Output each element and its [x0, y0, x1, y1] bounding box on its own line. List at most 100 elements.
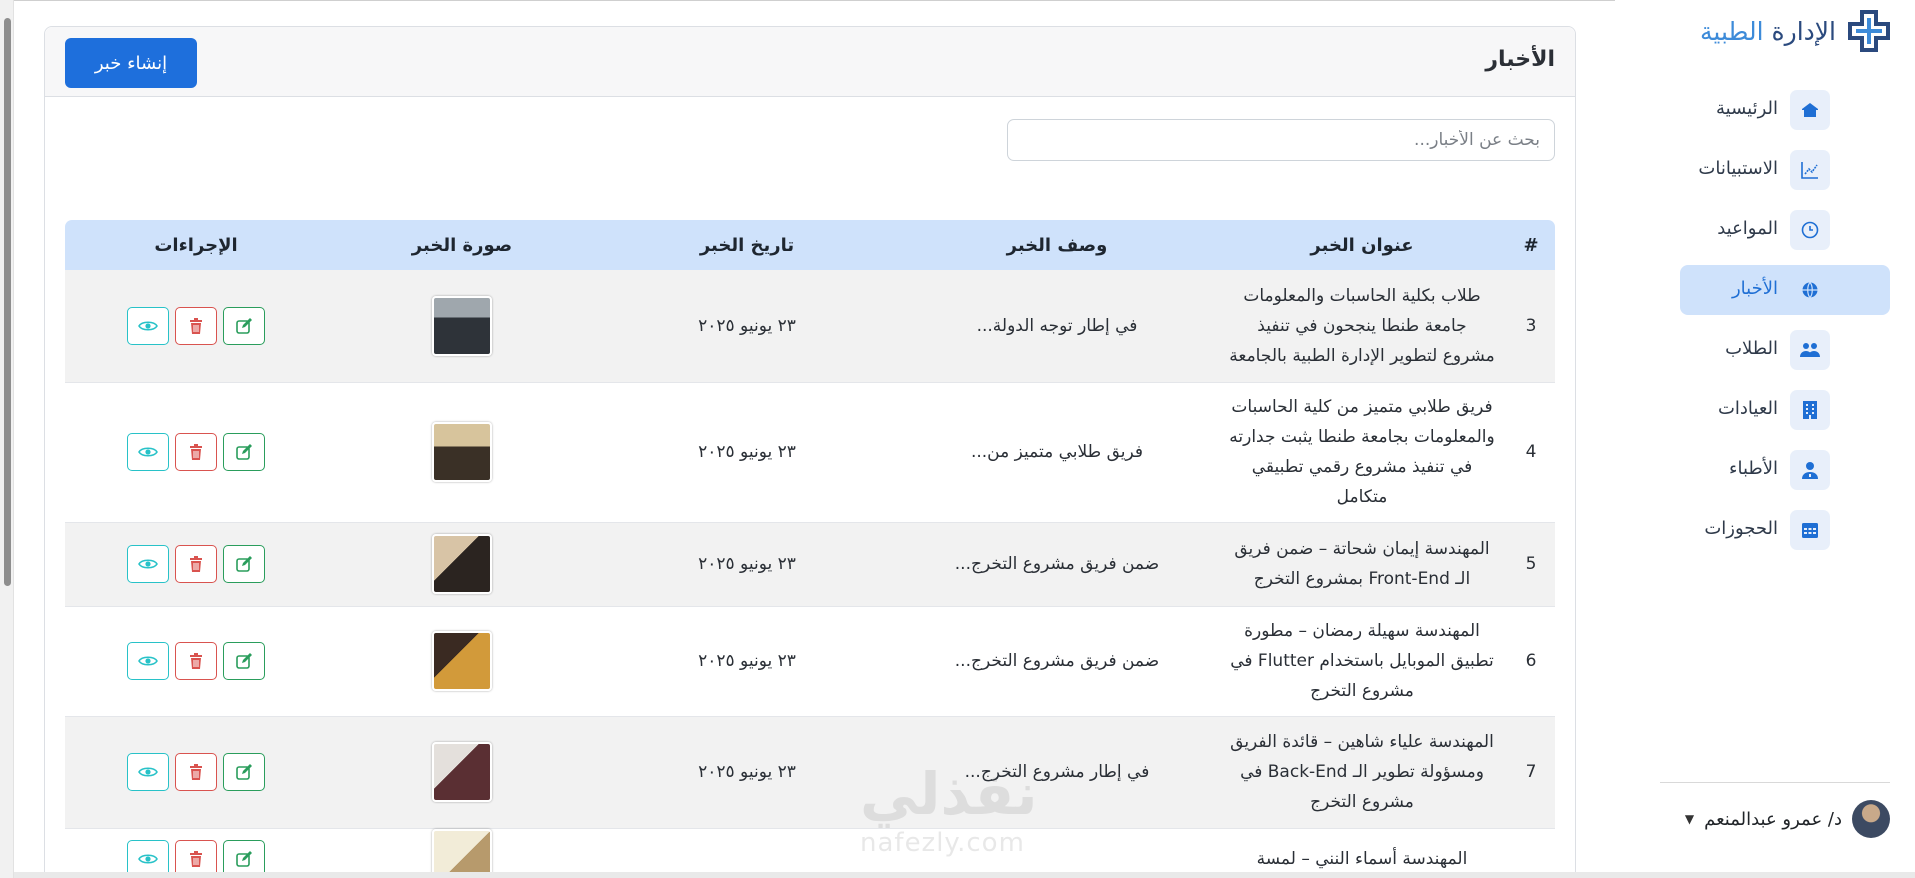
students-icon	[1790, 330, 1830, 370]
edit-icon	[236, 444, 252, 460]
sidebar-item-label: الأطباء	[1729, 458, 1778, 479]
sidebar-item-appointments[interactable]: المواعيد	[1680, 205, 1890, 255]
delete-button[interactable]	[175, 545, 217, 583]
sidebar-item-home[interactable]: الرئيسية	[1680, 85, 1890, 135]
news-description: فريق طلابي متميز من...	[897, 382, 1217, 523]
sidebar-item-label: الحجوزات	[1704, 518, 1778, 539]
table-header-row: # عنوان الخبر وصف الخبر تاريخ الخبر صورة…	[65, 220, 1555, 270]
avatar	[1852, 800, 1890, 838]
sidebar-item-news[interactable]: الأخبار	[1680, 265, 1890, 315]
brand[interactable]: الإدارة الطبية	[1700, 10, 1890, 52]
vertical-scrollbar[interactable]	[0, 0, 14, 878]
delete-button[interactable]	[175, 306, 217, 345]
news-image-cell	[327, 382, 597, 523]
page: الإدارة الطبية الرئيسية الاستبيانات المو…	[0, 0, 1915, 878]
scrollbar-thumb[interactable]	[4, 18, 11, 586]
edit-button[interactable]	[223, 433, 265, 471]
doctor-icon	[1790, 450, 1830, 490]
user-menu[interactable]: د/ عمرو عبدالمنعم ▼	[1685, 800, 1890, 838]
news-image-cell	[327, 606, 597, 717]
news-description	[897, 828, 1217, 878]
view-button[interactable]	[127, 642, 169, 680]
news-thumbnail[interactable]	[432, 295, 492, 356]
row-number: 4	[1507, 382, 1555, 523]
news-date: ٢٣ يونيو ٢٠٢٥	[597, 382, 897, 523]
edit-button[interactable]	[223, 753, 265, 791]
news-thumbnail[interactable]	[432, 534, 492, 594]
sidebar-nav: الرئيسية الاستبيانات المواعيد الأخبار ال…	[1680, 85, 1890, 565]
news-date	[597, 828, 897, 878]
actions-cell	[65, 270, 327, 383]
trash-icon	[190, 444, 202, 460]
news-thumbnail[interactable]	[432, 742, 492, 802]
page-title: الأخبار	[1485, 47, 1555, 72]
row-actions	[127, 642, 265, 680]
news-table: # عنوان الخبر وصف الخبر تاريخ الخبر صورة…	[65, 220, 1555, 878]
clock-icon	[1790, 210, 1830, 250]
search-input[interactable]	[1007, 119, 1555, 161]
brand-name-main: الإدارة	[1771, 16, 1836, 46]
edit-button[interactable]	[223, 545, 265, 583]
create-news-button[interactable]: إنشاء خبر	[65, 38, 197, 88]
table-row: 7 المهندسة علياء شاهين – قائدة الفريق وم…	[65, 716, 1555, 829]
news-thumbnail[interactable]	[432, 631, 492, 691]
sidebar-item-label: العيادات	[1717, 398, 1778, 419]
column-header-actions: الإجراءات	[65, 220, 327, 270]
news-title: المهندسة أسماء النني – لمسة	[1217, 828, 1507, 878]
trash-icon	[190, 653, 202, 669]
column-header-image: صورة الخبر	[327, 220, 597, 270]
sidebar-item-surveys[interactable]: الاستبيانات	[1680, 145, 1890, 195]
view-button[interactable]	[127, 306, 169, 345]
home-icon	[1790, 90, 1830, 130]
view-button[interactable]	[127, 433, 169, 471]
delete-button[interactable]	[175, 753, 217, 791]
delete-button[interactable]	[175, 433, 217, 471]
table-row: 3 طلاب بكلية الحاسبات والمعلومات جامعة ط…	[65, 270, 1555, 383]
brand-name: الإدارة الطبية	[1700, 17, 1836, 46]
news-date: ٢٣ يونيو ٢٠٢٥	[597, 716, 897, 829]
news-date: ٢٣ يونيو ٢٠٢٥	[597, 606, 897, 717]
sidebar-item-doctors[interactable]: الأطباء	[1680, 445, 1890, 495]
view-button[interactable]	[127, 545, 169, 583]
view-button[interactable]	[127, 753, 169, 791]
eye-icon	[138, 559, 158, 569]
edit-button[interactable]	[223, 306, 265, 345]
table-row: 5 المهندسة إيمان شحاتة – ضمن فريق الـ Fr…	[65, 522, 1555, 607]
row-actions	[127, 433, 265, 471]
news-thumbnail[interactable]	[432, 828, 492, 878]
news-date: ٢٣ يونيو ٢٠٢٥	[597, 270, 897, 383]
sidebar-item-label: الأخبار	[1731, 278, 1778, 299]
delete-button[interactable]	[175, 642, 217, 680]
table-body: 3 طلاب بكلية الحاسبات والمعلومات جامعة ط…	[65, 270, 1555, 878]
news-title: طلاب بكلية الحاسبات والمعلومات جامعة طنط…	[1217, 270, 1507, 383]
column-header-title: عنوان الخبر	[1217, 220, 1507, 270]
row-number: 7	[1507, 716, 1555, 829]
row-actions	[127, 753, 265, 791]
horizontal-scrollbar[interactable]	[14, 872, 1915, 878]
news-description: في إطار توجه الدولة...	[897, 270, 1217, 383]
chart-icon	[1790, 150, 1830, 190]
news-image-cell	[327, 828, 597, 878]
sidebar-item-students[interactable]: الطلاب	[1680, 325, 1890, 375]
sidebar-item-clinics[interactable]: العيادات	[1680, 385, 1890, 435]
news-card: الأخبار إنشاء خبر # عنوان الخبر وصف الخب…	[44, 26, 1576, 878]
column-header-number: #	[1507, 220, 1555, 270]
actions-cell	[65, 382, 327, 523]
actions-cell	[65, 522, 327, 607]
actions-cell	[65, 716, 327, 829]
news-table-wrapper: # عنوان الخبر وصف الخبر تاريخ الخبر صورة…	[65, 220, 1555, 878]
news-title: فريق طلابي متميز من كلية الحاسبات والمعل…	[1217, 382, 1507, 523]
news-thumbnail[interactable]	[432, 422, 492, 482]
sidebar-item-label: الاستبيانات	[1698, 158, 1778, 179]
column-header-date: تاريخ الخبر	[597, 220, 897, 270]
news-description: ضمن فريق مشروع التخرج...	[897, 606, 1217, 717]
trash-icon	[190, 317, 202, 334]
eye-icon	[138, 853, 158, 864]
building-icon	[1790, 390, 1830, 430]
trash-icon	[190, 556, 202, 572]
sidebar-item-bookings[interactable]: الحجوزات	[1680, 505, 1890, 555]
edit-icon	[236, 764, 252, 780]
edit-button[interactable]	[223, 642, 265, 680]
actions-cell	[65, 606, 327, 717]
trash-icon	[190, 850, 202, 867]
